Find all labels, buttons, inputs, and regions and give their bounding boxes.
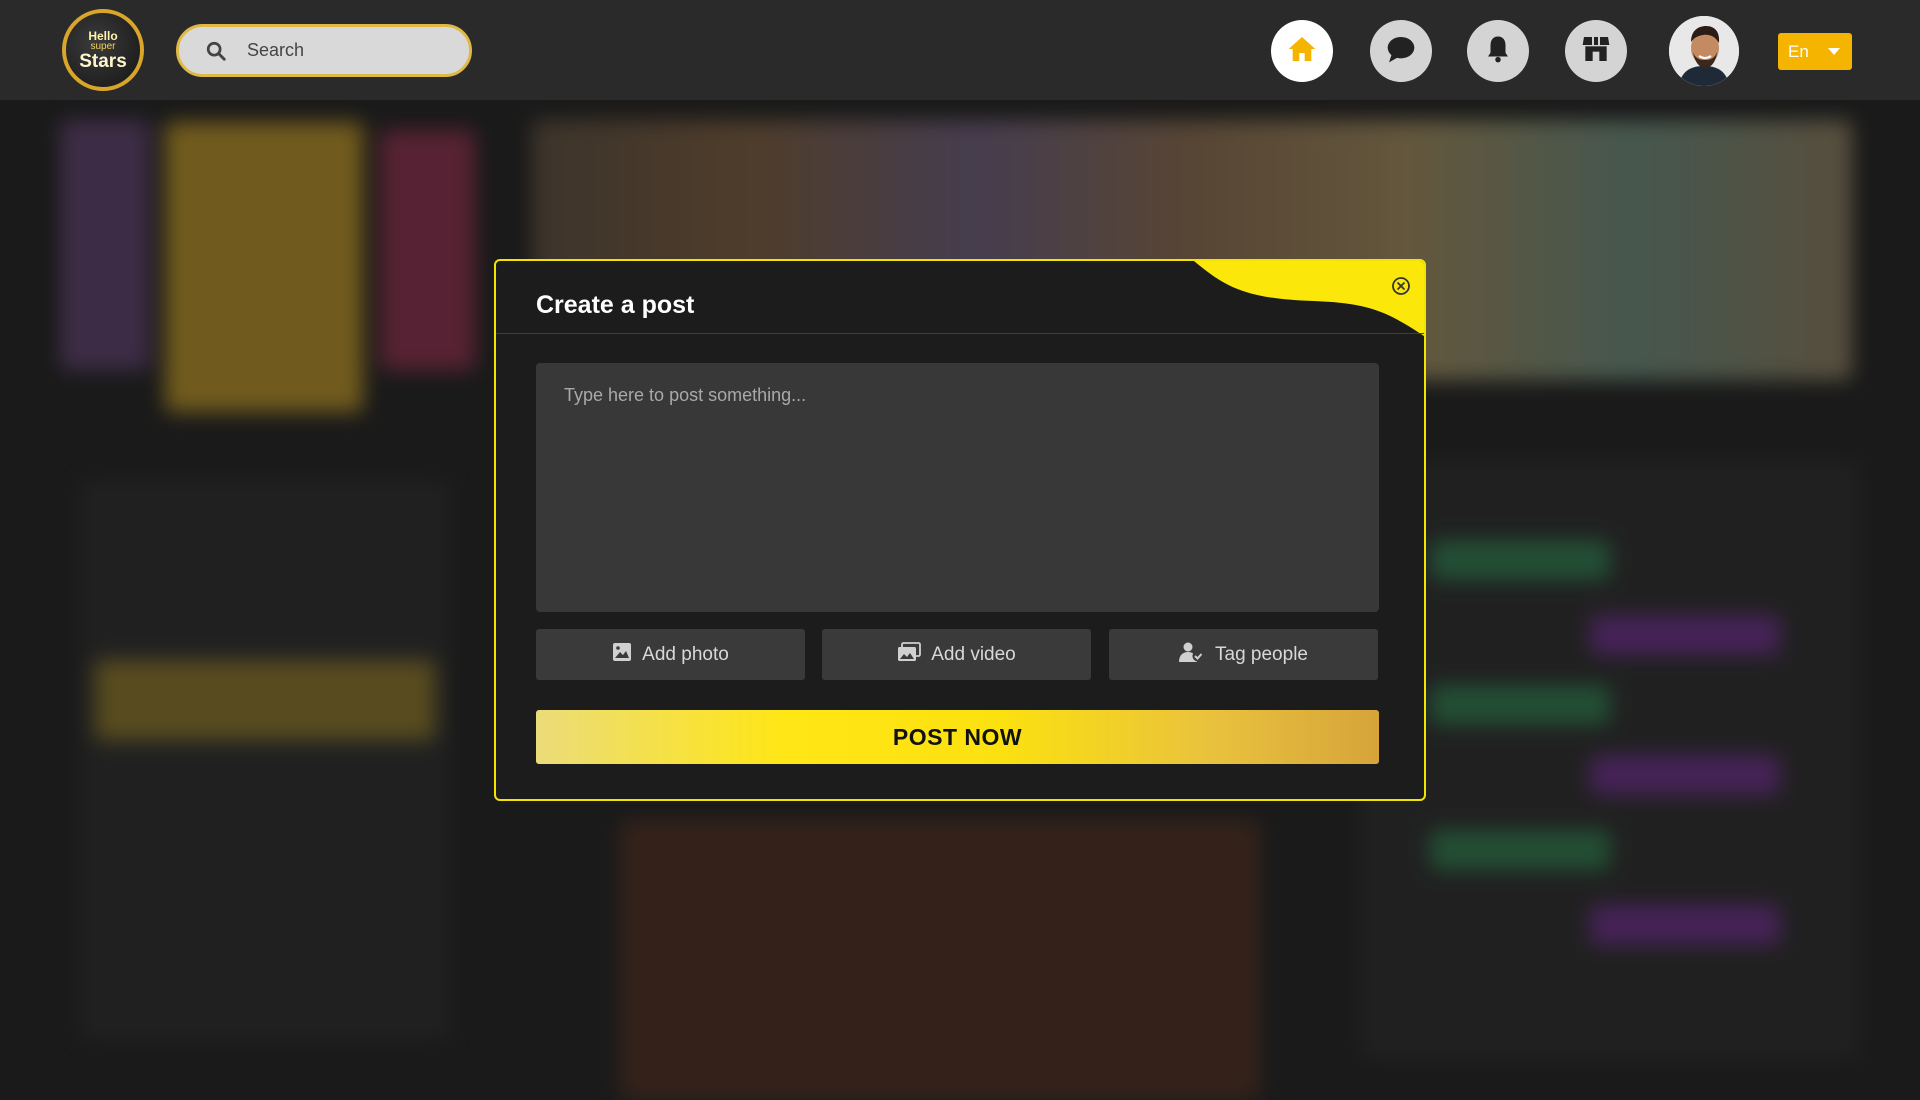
logo-line-1: Hello [88, 28, 118, 43]
nav-store-button[interactable] [1565, 20, 1627, 82]
tag-people-label: Tag people [1215, 643, 1308, 665]
nav-home-button[interactable] [1271, 20, 1333, 82]
app-logo[interactable]: Hello super Stars [62, 9, 144, 91]
image-icon [612, 642, 632, 668]
video-gallery-icon [897, 641, 922, 668]
post-textarea[interactable] [536, 363, 1379, 612]
post-now-label: POST NOW [892, 723, 1023, 750]
tag-people-button[interactable]: Tag people [1109, 629, 1378, 680]
add-video-button[interactable]: Add video [822, 629, 1091, 680]
home-icon [1286, 33, 1318, 70]
tag-person-icon [1179, 642, 1205, 668]
language-label: En [1788, 41, 1809, 61]
chat-icon [1384, 33, 1418, 70]
search-bar[interactable] [176, 24, 472, 77]
top-bar: Hello super Stars Search En [0, 0, 1920, 100]
add-photo-button[interactable]: Add photo [536, 629, 805, 680]
create-post-modal: Create a post Add photo Add video Tag pe… [494, 259, 1426, 801]
user-avatar[interactable] [1669, 16, 1739, 86]
store-icon [1579, 33, 1613, 70]
close-icon [1391, 276, 1411, 301]
post-now-button[interactable]: POST NOW [536, 710, 1379, 764]
nav-notifications-button[interactable] [1467, 20, 1529, 82]
search-icon [205, 40, 227, 62]
bell-icon [1483, 33, 1513, 70]
logo-line-3: Stars [79, 50, 127, 72]
close-button[interactable] [1390, 276, 1412, 301]
modal-divider [496, 333, 1424, 334]
language-select[interactable]: En [1778, 33, 1852, 70]
chevron-down-icon [1828, 48, 1840, 55]
nav-chat-button[interactable] [1370, 20, 1432, 82]
logo-line-2: super [90, 40, 116, 52]
add-photo-label: Add photo [642, 643, 729, 665]
modal-title: Create a post [536, 291, 695, 319]
add-video-label: Add video [931, 643, 1016, 665]
search-input[interactable] [247, 40, 447, 61]
